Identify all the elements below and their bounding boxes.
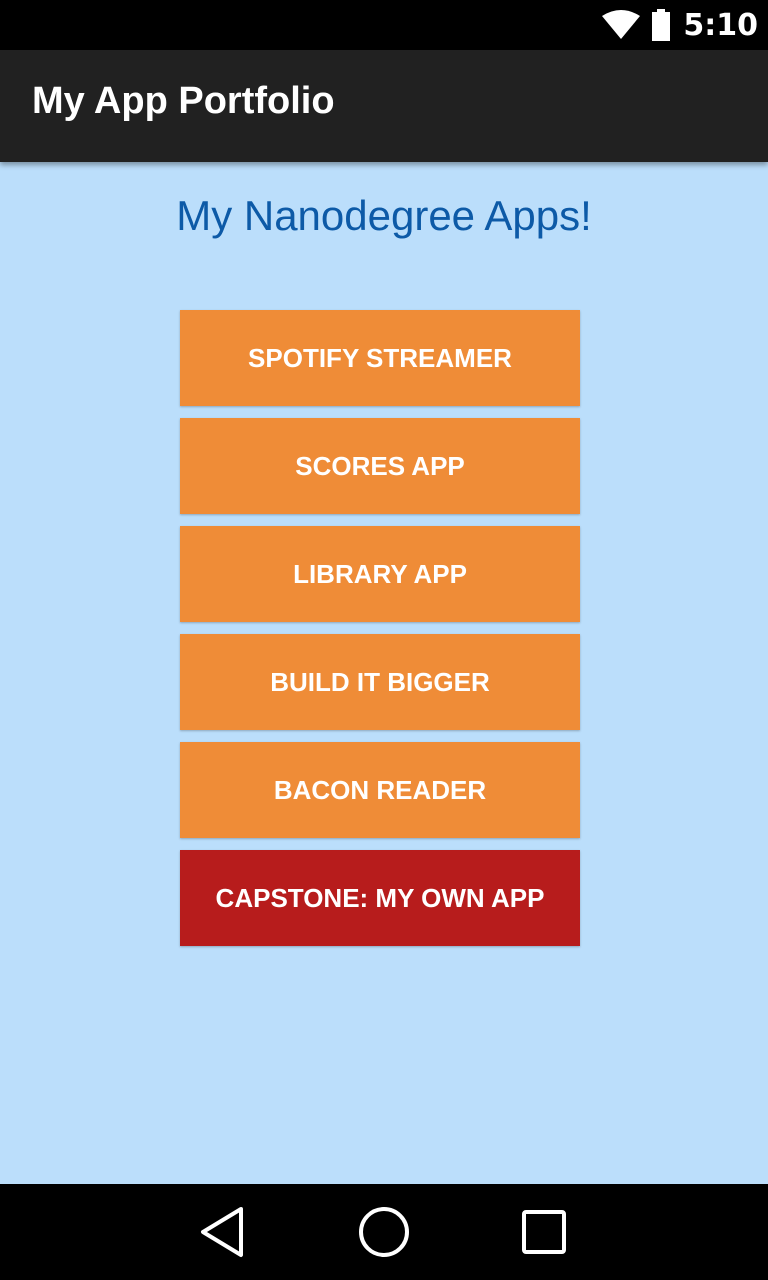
spotify-streamer-button[interactable]: SPOTIFY STREAMER (180, 310, 580, 406)
app-title: My App Portfolio (32, 80, 335, 122)
back-icon[interactable] (192, 1202, 252, 1262)
build-it-bigger-button[interactable]: BUILD IT BIGGER (180, 634, 580, 730)
recents-icon[interactable] (514, 1202, 574, 1262)
library-app-button[interactable]: LIBRARY APP (180, 526, 580, 622)
wifi-icon (602, 10, 641, 39)
scores-app-button[interactable]: SCORES APP (180, 418, 580, 514)
capstone-button[interactable]: CAPSTONE: MY OWN APP (180, 850, 580, 946)
navigation-bar (0, 1184, 768, 1280)
app-button-list: SPOTIFY STREAMER SCORES APP LIBRARY APP … (180, 310, 580, 958)
battery-icon (652, 9, 671, 41)
app-bar: My App Portfolio (0, 50, 768, 162)
bacon-reader-button[interactable]: BACON READER (180, 742, 580, 838)
status-time: 5:10 (683, 7, 758, 43)
status-icons: 5:10 (601, 0, 758, 50)
page-heading: My Nanodegree Apps! (176, 192, 592, 239)
status-bar: 5:10 (0, 0, 768, 50)
app-screen: 5:10 My App Portfolio My Nanodegree Apps… (0, 0, 768, 1280)
home-icon[interactable] (354, 1202, 414, 1262)
